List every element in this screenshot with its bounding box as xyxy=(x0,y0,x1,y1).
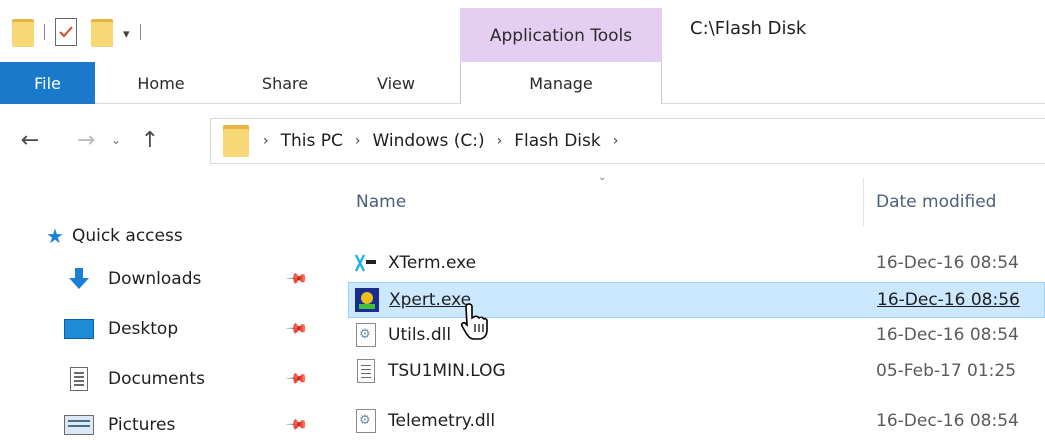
qat-separator xyxy=(139,24,141,40)
breadcrumb-separator[interactable]: › xyxy=(355,133,361,149)
file-row-tsu1min-log[interactable]: TSU1MIN.LOG 05-Feb-17 01:25 xyxy=(348,354,1045,390)
breadcrumb-separator[interactable]: › xyxy=(613,133,619,149)
breadcrumb-separator[interactable]: › xyxy=(263,133,269,149)
xpert-app-icon xyxy=(355,288,379,312)
column-divider[interactable] xyxy=(863,178,864,226)
window-title: C:\Flash Disk xyxy=(690,18,807,39)
navigation-pane: ★ Quick access Downloads 📌 Desktop 📌 Doc… xyxy=(0,164,318,440)
file-name: Telemetry.dll xyxy=(388,411,496,431)
forward-arrow-icon[interactable]: → xyxy=(70,124,102,156)
file-name: Utils.dll xyxy=(388,325,452,345)
tab-view[interactable]: View xyxy=(362,62,430,104)
folder-icon xyxy=(223,125,251,157)
quick-access-item[interactable]: ★ Quick access xyxy=(46,222,183,250)
documents-icon xyxy=(64,366,94,392)
ribbon-tabs: File Home Share View Manage xyxy=(0,62,1045,104)
dll-file-icon xyxy=(356,409,376,433)
navigation-bar: ← → ⌄ ↑ › This PC › Windows (C:) › Flash… xyxy=(0,118,1045,164)
pin-icon[interactable]: 📌 xyxy=(285,413,309,437)
nav-item-pictures[interactable]: Pictures 📌 xyxy=(64,410,318,440)
pictures-icon xyxy=(64,412,94,438)
file-row-utils[interactable]: Utils.dll 16-Dec-16 08:54 xyxy=(348,318,1045,354)
tab-manage[interactable]: Manage xyxy=(460,62,662,104)
download-icon xyxy=(64,266,94,292)
new-folder-icon[interactable] xyxy=(91,17,113,47)
sort-chevron-icon: ⌄ xyxy=(598,172,607,183)
recent-locations-icon[interactable]: ⌄ xyxy=(104,124,128,156)
file-date: 16-Dec-16 08:56 xyxy=(877,290,1020,310)
file-date: 16-Dec-16 08:54 xyxy=(876,253,1019,273)
pin-icon[interactable]: 📌 xyxy=(285,267,309,291)
up-arrow-icon[interactable]: ↑ xyxy=(134,124,166,156)
xterm-app-icon xyxy=(354,254,376,272)
breadcrumb-windows-c[interactable]: Windows (C:) xyxy=(372,131,484,151)
qat-dropdown-icon[interactable]: ▾ xyxy=(123,27,130,42)
tab-share[interactable]: Share xyxy=(245,62,325,104)
file-name: TSU1MIN.LOG xyxy=(388,361,506,381)
nav-item-documents[interactable]: Documents 📌 xyxy=(64,364,318,394)
address-bar[interactable]: › This PC › Windows (C:) › Flash Disk › xyxy=(210,118,1045,164)
column-header-date-modified[interactable]: Date modified xyxy=(876,192,996,212)
back-arrow-icon[interactable]: ← xyxy=(14,124,46,156)
log-file-icon xyxy=(357,359,375,383)
qat-separator xyxy=(44,24,45,40)
column-header-name[interactable]: Name xyxy=(356,192,406,212)
breadcrumb-this-pc[interactable]: This PC xyxy=(281,131,343,151)
file-row-telemetry[interactable]: Telemetry.dll 16-Dec-16 08:54 xyxy=(348,404,1045,440)
file-date: 16-Dec-16 08:54 xyxy=(876,411,1019,431)
nav-item-label: Documents xyxy=(108,369,205,389)
quick-access-toolbar: ▾ xyxy=(12,14,141,50)
file-row-xterm[interactable]: XTerm.exe 16-Dec-16 08:54 xyxy=(348,246,1045,282)
dll-file-icon xyxy=(356,323,376,347)
file-date: 16-Dec-16 08:54 xyxy=(876,325,1019,345)
file-name: XTerm.exe xyxy=(388,253,477,273)
quick-access-label: Quick access xyxy=(71,226,183,246)
nav-item-label: Desktop xyxy=(108,319,179,339)
file-row-xpert[interactable]: Xpert.exe 16-Dec-16 08:56 xyxy=(348,282,1045,318)
context-group-title: Application Tools xyxy=(489,26,633,46)
tab-home[interactable]: Home xyxy=(122,62,200,104)
file-date: 05-Feb-17 01:25 xyxy=(876,361,1017,381)
properties-icon[interactable] xyxy=(55,18,77,46)
nav-item-label: Downloads xyxy=(108,269,202,289)
tab-file[interactable]: File xyxy=(0,62,95,104)
breadcrumb-separator[interactable]: › xyxy=(497,133,503,149)
folder-icon[interactable] xyxy=(12,17,34,47)
pin-icon[interactable]: 📌 xyxy=(285,367,309,391)
nav-item-label: Pictures xyxy=(108,415,176,435)
nav-item-downloads[interactable]: Downloads 📌 xyxy=(64,264,318,294)
file-name: Xpert.exe xyxy=(389,290,472,310)
desktop-icon xyxy=(64,316,94,342)
nav-item-desktop[interactable]: Desktop 📌 xyxy=(64,314,318,344)
context-tab-group: Application Tools xyxy=(460,8,662,62)
pin-icon[interactable]: 📌 xyxy=(285,317,309,341)
file-list: ⌄ Name Date modified XTerm.exe 16-Dec-16… xyxy=(318,164,1045,440)
breadcrumb-flash-disk[interactable]: Flash Disk xyxy=(514,131,600,151)
hand-cursor-icon xyxy=(460,303,488,340)
star-icon: ★ xyxy=(46,224,64,248)
title-bar: ▾ Application Tools C:\Flash Disk xyxy=(0,0,1045,62)
